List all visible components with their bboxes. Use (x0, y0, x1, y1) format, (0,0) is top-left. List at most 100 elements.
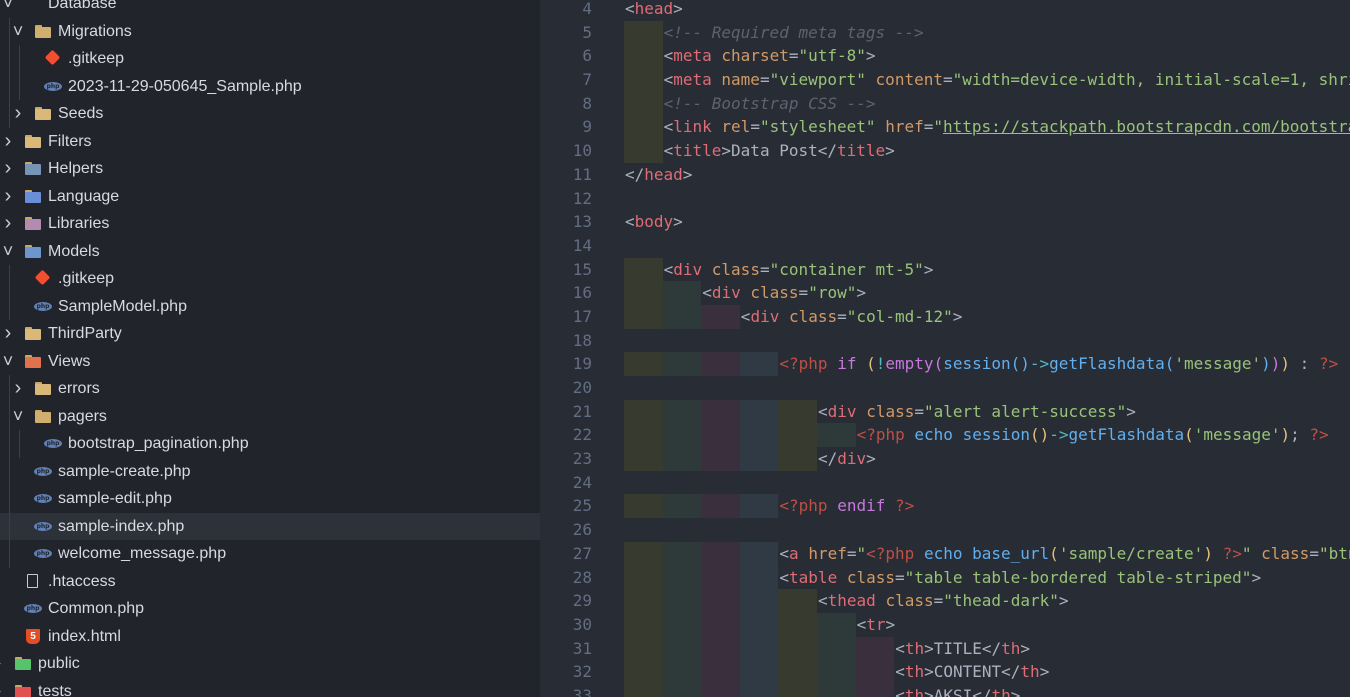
code-token: 'message' (1193, 425, 1281, 445)
code-text[interactable]: <?php endif ?> (779, 494, 914, 518)
indent-rainbow (662, 399, 702, 424)
tree-item[interactable]: › Libraries (0, 210, 540, 238)
chevron-down-icon[interactable]: ˅ (10, 403, 26, 431)
code-text[interactable]: <?php echo session()->getFlashdata('mess… (857, 423, 1329, 447)
code-text[interactable]: <head> (625, 0, 683, 21)
tree-item[interactable]: ˅ pagers (0, 402, 540, 431)
chevron-right-icon[interactable]: › (0, 183, 16, 211)
line-number: 24 (572, 472, 592, 492)
chevron-down-icon[interactable]: ˅ (0, 238, 16, 266)
chevron-down-icon[interactable]: ˅ (10, 18, 26, 46)
indent-guide (9, 512, 10, 540)
tree-item[interactable]: sample-edit.php (0, 485, 540, 513)
line-number: 17 (572, 306, 592, 326)
tree-item[interactable]: ˅ Migrations (0, 17, 540, 46)
chevron-down-icon[interactable]: ˅ (0, 0, 16, 18)
code-token: echo (923, 543, 963, 563)
tree-item[interactable]: › tests (0, 678, 540, 697)
tree-item[interactable]: › Language (0, 183, 540, 211)
folder-open-icon (34, 24, 52, 40)
tree-item[interactable]: .gitkeep (0, 45, 540, 73)
code-text[interactable]: <!-- Required meta tags --> (664, 21, 924, 45)
tree-item[interactable]: SampleModel.php (0, 292, 540, 320)
tree-item[interactable]: Common.php (0, 595, 540, 623)
indent-rainbow (624, 589, 663, 613)
line-number: 15 (572, 259, 592, 279)
code-text[interactable]: <div class="alert alert-success"> (818, 400, 1136, 424)
tree-item[interactable]: › Helpers (0, 155, 540, 183)
tree-item[interactable]: › ThirdParty (0, 320, 540, 348)
tree-item[interactable]: › Filters (0, 128, 540, 156)
tree-item[interactable]: ˅ Database (0, 0, 540, 18)
code-text[interactable]: <!-- Bootstrap CSS --> (664, 92, 876, 116)
code-text[interactable]: <thead class="thead-dark"> (818, 589, 1069, 613)
tree-item[interactable]: sample-create.php (0, 457, 540, 485)
code-token: class (846, 567, 896, 587)
code-text[interactable]: <meta charset="utf-8"> (664, 44, 876, 68)
tree-item[interactable]: › Seeds (0, 100, 540, 128)
code-text[interactable]: <div class="row"> (702, 281, 866, 305)
code-text[interactable]: <link rel="stylesheet" href="https://sta… (664, 115, 1350, 139)
indent-guide (9, 45, 10, 73)
code-token: session (943, 354, 1011, 374)
chevron-right-icon[interactable]: › (0, 678, 6, 697)
code-text[interactable]: <div class="col-md-12"> (741, 305, 963, 329)
tree-item[interactable]: ˅ Views (0, 348, 540, 376)
code-text[interactable]: <tr> (857, 613, 896, 637)
code-text[interactable]: <title>Data Post</title> (664, 139, 895, 163)
tree-item[interactable]: 2023-11-29-050645_Sample.php (0, 72, 540, 100)
tree-item[interactable]: bootstrap_pagination.php (0, 430, 540, 458)
indent-rainbow (778, 660, 817, 684)
code-token: th (904, 638, 925, 658)
tree-item[interactable]: › public (0, 650, 540, 678)
code-text[interactable]: </head> (625, 163, 692, 187)
tree-item[interactable]: ˅ Models (0, 238, 540, 266)
folder-helpers-icon (24, 161, 42, 177)
code-text[interactable]: <table class="table table-bordered table… (779, 566, 1261, 590)
code-token: head (634, 0, 674, 18)
folder-icon (34, 381, 52, 397)
chevron-right-icon[interactable]: › (0, 210, 16, 238)
chevron-right-icon[interactable]: › (0, 128, 16, 156)
code-text[interactable]: <div class="container mt-5"> (664, 258, 934, 282)
chevron-right-icon[interactable]: › (10, 375, 26, 403)
code-text[interactable]: <body> (625, 210, 683, 234)
code-token: = (895, 567, 905, 587)
line-number: 33 (572, 685, 592, 697)
chevron-right-icon[interactable]: › (0, 650, 6, 678)
code-text[interactable]: </div> (818, 447, 876, 471)
code-text[interactable]: <th>TITLE</th> (895, 637, 1030, 661)
code-token: ) (1270, 354, 1281, 374)
code-text[interactable]: <?php if (!empty(session()->getFlashdata… (779, 352, 1338, 376)
code-editor[interactable]: 4 <head> 5 <!-- Required meta tags --> 6 <met… (540, 0, 1350, 697)
line-number: 18 (572, 330, 592, 350)
code-token: name (721, 70, 760, 90)
php-icon (34, 299, 52, 315)
tree-item-label: pagers (58, 407, 107, 425)
chevron-right-icon[interactable]: › (10, 100, 26, 128)
code-token: session (962, 425, 1031, 445)
chevron-right-icon[interactable]: › (0, 320, 16, 348)
line-number: 21 (572, 401, 592, 421)
code-text[interactable]: <meta name="viewport" content="width=dev… (664, 68, 1350, 92)
code-text[interactable]: <a href="<?php echo base_url('sample/cre… (779, 542, 1350, 566)
indent-rainbow (778, 447, 817, 471)
indent-rainbow (778, 683, 817, 697)
indent-guide (9, 265, 10, 293)
code-line: 23 </div> (540, 447, 1350, 471)
tree-item[interactable]: .gitkeep (0, 265, 540, 293)
code-text[interactable]: <th>AKSI</th> (895, 684, 1020, 697)
tree-item[interactable]: .htaccess (0, 568, 540, 596)
code-token: > (673, 0, 683, 18)
code-token: meta (673, 46, 712, 66)
tree-item[interactable]: index.html (0, 623, 540, 651)
tree-item[interactable]: welcome_message.php (0, 540, 540, 568)
chevron-down-icon[interactable]: ˅ (0, 348, 16, 376)
tree-item[interactable]: sample-index.php (0, 512, 540, 540)
code-token: = (942, 70, 953, 90)
tree-item[interactable]: › errors (0, 375, 540, 403)
tree-item-label: sample-create.php (58, 462, 191, 480)
chevron-right-icon[interactable]: › (0, 155, 16, 183)
code-text[interactable]: <th>CONTENT</th> (895, 660, 1049, 684)
